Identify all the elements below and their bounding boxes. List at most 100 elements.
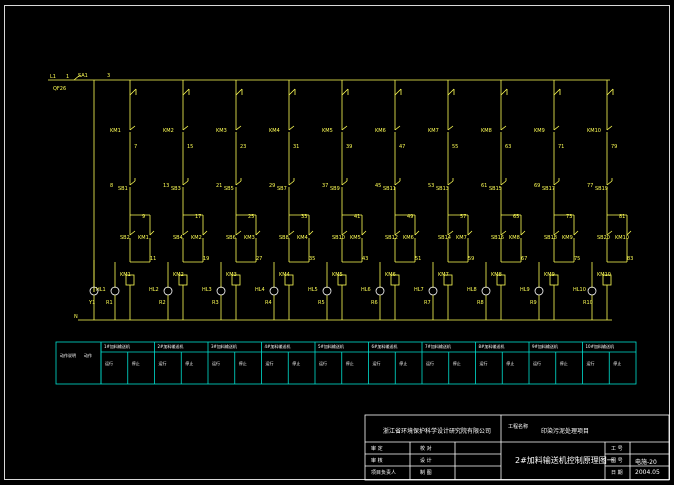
km-label: KM8 bbox=[481, 128, 492, 134]
node-label: 23 bbox=[240, 144, 247, 150]
table-cell-stop: 停止 bbox=[238, 361, 247, 366]
holding-contact-label: KM5 bbox=[350, 235, 361, 241]
stop-button-label: SB1 bbox=[118, 186, 128, 192]
schematic-canvas bbox=[48, 74, 670, 481]
holding-contact bbox=[361, 230, 367, 236]
unit-fuse-contact bbox=[500, 88, 508, 96]
km-contact bbox=[341, 125, 348, 131]
start-button-label: SB16 bbox=[491, 235, 504, 241]
l1-label: L1 bbox=[50, 74, 56, 80]
stop-button-contact bbox=[394, 180, 401, 186]
stop-button-contact bbox=[500, 180, 507, 186]
resistor-label: R2 bbox=[159, 300, 166, 306]
title-row-label: 设 计 bbox=[420, 458, 432, 464]
holding-contact-label: KM10 bbox=[615, 235, 629, 241]
coil-label: KM5 bbox=[332, 272, 343, 278]
table-cell-run: 运行 bbox=[426, 361, 434, 366]
cap-label: Y1 bbox=[89, 300, 96, 306]
km-contact bbox=[129, 125, 136, 131]
node-label: 29 bbox=[269, 183, 276, 189]
stop-button-label: SB17 bbox=[542, 186, 555, 192]
km-contact bbox=[235, 125, 242, 131]
node-label: 67 bbox=[521, 256, 528, 262]
stop-button-contact bbox=[235, 180, 242, 186]
node-label: 79 bbox=[611, 144, 618, 150]
indicator-lamp-circle bbox=[110, 286, 120, 296]
coil-label: KM9 bbox=[544, 272, 555, 278]
node-label: 17 bbox=[195, 214, 202, 220]
node-label: 8 bbox=[110, 183, 114, 189]
lamp-label: HL2 bbox=[149, 287, 159, 293]
node-label: 21 bbox=[216, 183, 223, 189]
node-label: 19 bbox=[203, 256, 210, 262]
unit-fuse-contact bbox=[341, 88, 349, 96]
node-label: 43 bbox=[362, 256, 369, 262]
start-button-label: SB20 bbox=[597, 235, 610, 241]
node-label: 75 bbox=[574, 256, 581, 262]
company-name: 浙江省环境保护科学设计研究院有限公司 bbox=[383, 428, 492, 435]
node-label: 35 bbox=[309, 256, 316, 262]
node-3-label: 3 bbox=[107, 73, 111, 79]
title-row-label: 校 对 bbox=[420, 446, 432, 452]
node-label: 25 bbox=[248, 214, 255, 220]
km-label: KM2 bbox=[163, 128, 174, 134]
table-cell-run: 运行 bbox=[105, 361, 113, 366]
holding-contact bbox=[573, 230, 579, 236]
holding-contact-label: KM9 bbox=[562, 235, 573, 241]
stop-button-label: SB19 bbox=[595, 186, 608, 192]
table-group-header: 7#加料输送机 bbox=[425, 344, 451, 349]
km-contact bbox=[500, 125, 507, 131]
switch-label: SA1 bbox=[78, 73, 88, 79]
indicator-lamp-circle bbox=[428, 286, 438, 296]
node-label: 59 bbox=[468, 256, 475, 262]
lamp-label: HL9 bbox=[520, 287, 530, 293]
node-label: 9 bbox=[142, 214, 146, 220]
stop-button-contact bbox=[447, 180, 454, 186]
unit-fuse-contact bbox=[553, 88, 561, 96]
title-row-label: 审 核 bbox=[371, 458, 383, 464]
table-cell-stop: 停止 bbox=[131, 361, 140, 366]
table-cell-run: 运行 bbox=[158, 361, 167, 366]
node-label: 13 bbox=[163, 183, 170, 189]
holding-contact bbox=[149, 230, 155, 236]
stop-button-label: SB7 bbox=[277, 186, 287, 192]
title-row-label: 项目负责人 bbox=[371, 470, 397, 476]
resistor-label: R4 bbox=[265, 300, 272, 306]
coil-label: KM6 bbox=[385, 272, 396, 278]
stop-button-label: SB13 bbox=[436, 186, 449, 192]
node-label: 61 bbox=[481, 183, 488, 189]
indicator-lamp-circle bbox=[163, 286, 173, 296]
node-label: 45 bbox=[375, 183, 382, 189]
lamp-label: HL10 bbox=[573, 287, 586, 293]
start-button-contact bbox=[288, 230, 295, 236]
start-button-label: SB8 bbox=[279, 235, 289, 241]
node-label: 41 bbox=[354, 214, 361, 220]
node-label: 83 bbox=[627, 256, 634, 262]
indicator-lamp-circle bbox=[269, 286, 279, 296]
start-button-label: SB18 bbox=[544, 235, 557, 241]
km-label: KM1 bbox=[110, 128, 121, 134]
node-label: 69 bbox=[534, 183, 541, 189]
node-label: 47 bbox=[399, 144, 406, 150]
table-group-header: 8#加料输送机 bbox=[478, 344, 505, 349]
stop-button-label: SB5 bbox=[224, 186, 234, 192]
table-group-header: 6#加料输送机 bbox=[371, 344, 398, 349]
drawing-number: 电施-20 bbox=[635, 459, 657, 466]
km-label: KM9 bbox=[534, 128, 545, 134]
node-label: 65 bbox=[513, 214, 520, 220]
start-button-label: SB14 bbox=[438, 235, 451, 241]
table-left-cell: 动作说明 bbox=[60, 353, 76, 358]
node-label: 73 bbox=[566, 214, 573, 220]
table-left-cell: 动作 bbox=[84, 353, 92, 358]
holding-contact-label: KM4 bbox=[297, 235, 308, 241]
lamp-label: HL1 bbox=[96, 287, 106, 293]
node-label: 15 bbox=[187, 144, 194, 150]
indicator-lamp-circle bbox=[322, 286, 332, 296]
title-right-label: 日 期 bbox=[611, 470, 623, 476]
table-cell-stop: 停止 bbox=[345, 361, 354, 366]
node-label: 49 bbox=[407, 214, 414, 220]
coil-label: KM3 bbox=[226, 272, 237, 278]
table-cell-run: 运行 bbox=[533, 361, 541, 366]
neutral-label: N bbox=[74, 314, 78, 320]
node-label: 37 bbox=[322, 183, 329, 189]
